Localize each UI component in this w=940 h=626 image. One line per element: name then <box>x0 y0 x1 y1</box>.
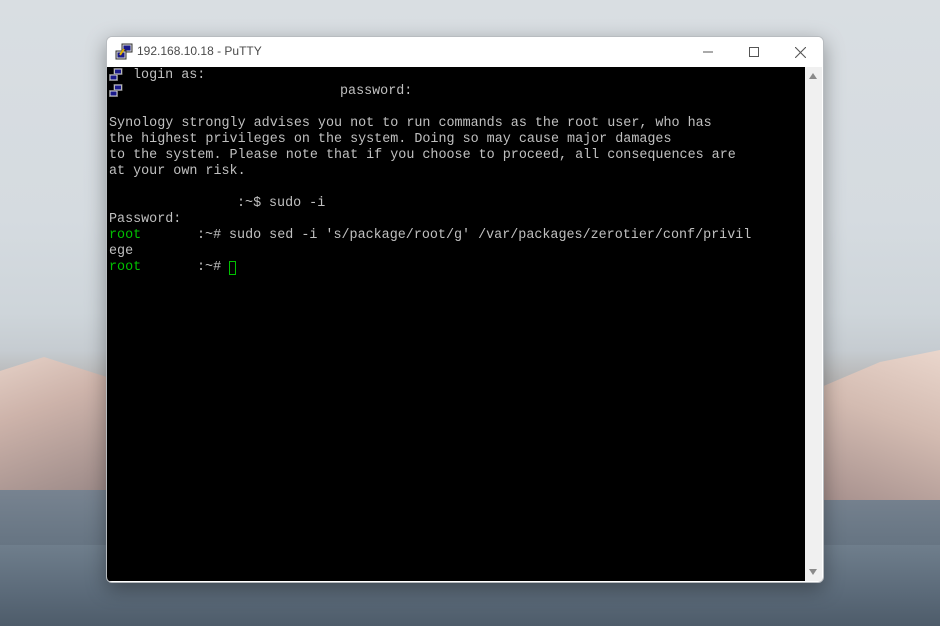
maximize-button[interactable] <box>731 37 777 67</box>
warning-line-1: Synology strongly advises you not to run… <box>109 116 712 131</box>
close-button[interactable] <box>777 37 823 67</box>
password-prompt-line: password: <box>340 84 413 99</box>
window-title: 192.168.10.18 - PuTTY <box>137 44 262 58</box>
sed-command: sudo sed -i 's/package/root/g' /var/pack… <box>229 228 752 243</box>
close-icon <box>794 46 806 58</box>
warning-line-4: at your own risk. <box>109 164 246 179</box>
putty-icon[interactable] <box>115 43 133 61</box>
minimize-button[interactable] <box>685 37 731 67</box>
terminal-area[interactable]: login as: password: Synology strongly ad… <box>107 67 805 581</box>
putty-session-icon <box>109 84 123 97</box>
sed-command-wrap: ege <box>109 244 134 259</box>
vertical-scrollbar[interactable] <box>805 67 822 581</box>
sudo-command: sudo -i <box>269 196 326 211</box>
warning-line-3: to the system. Please note that if you c… <box>109 148 736 163</box>
scroll-up-arrow-icon[interactable] <box>809 73 817 79</box>
background-dune-right <box>820 350 940 500</box>
login-as-line: login as: <box>133 68 206 83</box>
terminal-cursor <box>229 261 236 275</box>
maximize-icon <box>749 47 759 57</box>
password-label-line: Password: <box>109 212 182 227</box>
root-user-label-2: root <box>109 260 142 275</box>
title-bar[interactable]: 192.168.10.18 - PuTTY <box>107 37 823 67</box>
root-prompt: :~# <box>197 228 222 243</box>
root-prompt-2: :~# <box>197 260 222 275</box>
minimize-icon <box>703 51 713 53</box>
warning-line-2: the highest privileges on the system. Do… <box>109 132 672 147</box>
putty-window: 192.168.10.18 - PuTTY login as: password… <box>106 36 824 583</box>
background-dune-left <box>0 357 110 490</box>
sudo-prompt: :~$ <box>237 196 262 211</box>
scroll-down-arrow-icon[interactable] <box>809 569 817 575</box>
root-user-label: root <box>109 228 142 243</box>
putty-session-icon <box>109 68 123 81</box>
